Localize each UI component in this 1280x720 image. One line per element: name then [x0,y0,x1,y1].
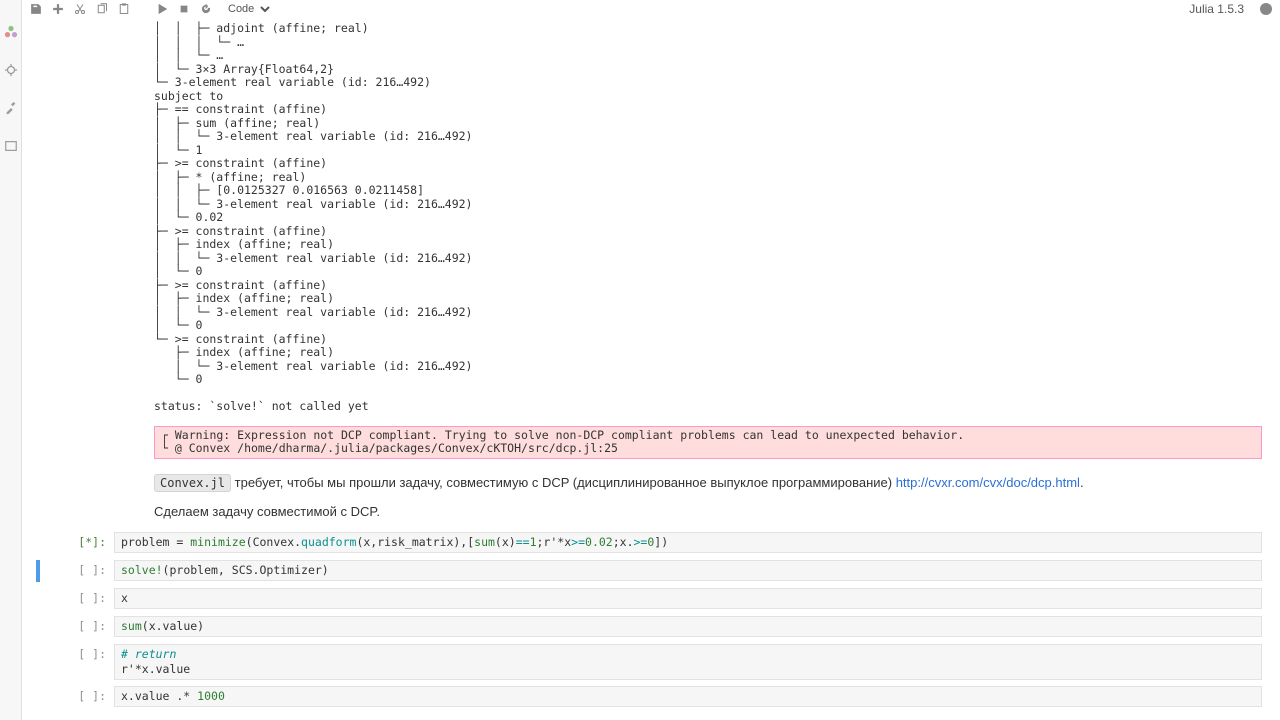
code-input[interactable]: sum(x.value) [114,616,1262,637]
julia-icon[interactable] [4,25,18,39]
markdown-conclusion: Вывод: надо инвестировать 67.9USD в Micr… [36,714,1262,720]
cell-select-bar [36,644,40,666]
kernel-status-dot[interactable] [1260,3,1272,15]
code-cell-solve[interactable]: [ ]: solve!(problem, SCS.Optimizer) [36,560,1262,582]
dcp-link[interactable]: http://cvxr.com/cvx/doc/dcp.html [896,475,1080,490]
run-icon[interactable] [156,3,168,15]
stop-icon[interactable] [178,3,190,15]
cell-prompt: [ ]: [42,686,114,703]
paste-icon[interactable] [118,3,130,15]
output-tree: │ │ ├─ adjoint (affine; real) │ │ │ └─ …… [36,18,1262,422]
cut-icon[interactable] [74,3,86,15]
cell-prompt: [ ]: [42,644,114,661]
restart-icon[interactable] [200,3,212,15]
panel-icon[interactable] [4,139,18,153]
convex-jl-tag: Convex.jl [154,474,231,492]
cell-select-bar [36,588,40,610]
code-cell-problem[interactable]: [*]: problem = minimize(Convex.quadform(… [36,532,1262,554]
markdown-dcp-note: Convex.jl требует, чтобы мы прошли задач… [36,465,1262,503]
code-cell-x[interactable]: [ ]: x [36,588,1262,610]
code-cell-sum-xvalue[interactable]: [ ]: sum(x.value) [36,616,1262,638]
copy-icon[interactable] [96,3,108,15]
notebook-toolbar: Code Julia 1.5.3 [22,0,1280,18]
debug-icon[interactable] [4,63,18,77]
output-warning: ┌ Warning: Expression not DCP compliant.… [154,426,1262,459]
code-input[interactable]: solve!(problem, SCS.Optimizer) [114,560,1262,581]
cell-prompt: [ ]: [42,616,114,633]
cell-prompt: [*]: [42,532,114,549]
add-cell-icon[interactable] [52,3,64,15]
code-input[interactable]: problem = minimize(Convex.quadform(x,ris… [114,532,1262,553]
md1-text: требует, чтобы мы прошли задачу, совмест… [231,475,896,490]
notebook-area[interactable]: │ │ ├─ adjoint (affine; real) │ │ │ └─ …… [22,18,1280,720]
cell-select-bar [36,616,40,638]
tools-icon[interactable] [4,101,18,115]
kernel-name[interactable]: Julia 1.5.3 [1189,2,1244,16]
markdown-make-dcp: Сделаем задачу совместимой с DCP. [36,502,1262,532]
save-icon[interactable] [30,3,42,15]
left-activity-rail [0,0,22,720]
code-input[interactable]: x [114,588,1262,609]
code-cell-xvalue-1000[interactable]: [ ]: x.value .* 1000 [36,686,1262,708]
cell-select-bar [36,686,40,708]
code-input[interactable]: # return r'*x.value [114,644,1262,680]
cell-prompt: [ ]: [42,588,114,605]
cell-select-bar [36,532,40,554]
cell-prompt: [ ]: [42,560,114,577]
code-input[interactable]: x.value .* 1000 [114,686,1262,707]
code-cell-return[interactable]: [ ]: # return r'*x.value [36,644,1262,680]
main-column: Code Julia 1.5.3 │ │ ├─ adjoint (affine;… [22,0,1280,720]
cell-select-bar [36,560,40,582]
cell-type-select[interactable]: Code [222,2,273,16]
